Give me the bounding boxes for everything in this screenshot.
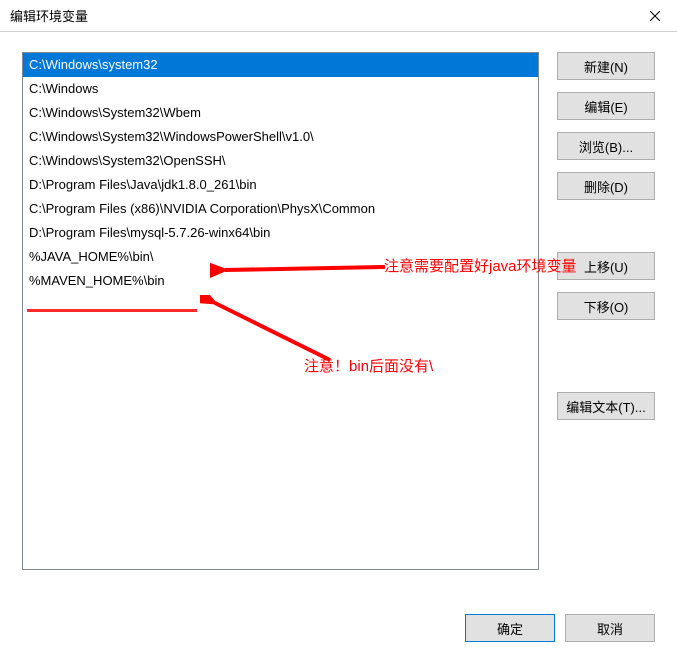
edit-button[interactable]: 编辑(E) xyxy=(557,92,655,120)
delete-button-label: 删除(D) xyxy=(584,177,628,196)
browse-button-label: 浏览(B)... xyxy=(579,137,633,156)
list-item[interactable]: C:\Windows\System32\Wbem xyxy=(23,101,538,125)
list-item[interactable]: %JAVA_HOME%\bin\ xyxy=(23,245,538,269)
delete-button[interactable]: 删除(D) xyxy=(557,172,655,200)
list-item[interactable]: C:\Program Files (x86)\NVIDIA Corporatio… xyxy=(23,197,538,221)
move-up-button[interactable]: 上移(U) xyxy=(557,252,655,280)
ok-button-label: 确定 xyxy=(497,619,523,638)
path-listbox[interactable]: C:\Windows\system32C:\WindowsC:\Windows\… xyxy=(22,52,539,570)
list-item[interactable]: C:\Windows\system32 xyxy=(23,53,538,77)
titlebar: 编辑环境变量 xyxy=(0,0,677,32)
list-item[interactable]: C:\Windows xyxy=(23,77,538,101)
browse-button[interactable]: 浏览(B)... xyxy=(557,132,655,160)
list-item[interactable]: D:\Program Files\mysql-5.7.26-winx64\bin xyxy=(23,221,538,245)
new-button[interactable]: 新建(N) xyxy=(557,52,655,80)
move-down-button[interactable]: 下移(O) xyxy=(557,292,655,320)
list-item[interactable]: C:\Windows\System32\WindowsPowerShell\v1… xyxy=(23,125,538,149)
list-item[interactable]: D:\Program Files\Java\jdk1.8.0_261\bin xyxy=(23,173,538,197)
window-title: 编辑环境变量 xyxy=(10,6,88,25)
list-item[interactable]: %MAVEN_HOME%\bin xyxy=(23,269,538,293)
new-button-label: 新建(N) xyxy=(584,57,628,76)
button-column: 新建(N) 编辑(E) 浏览(B)... 删除(D) 上移(U) 下移(O) 编… xyxy=(557,52,655,570)
ok-button[interactable]: 确定 xyxy=(465,614,555,642)
cancel-button[interactable]: 取消 xyxy=(565,614,655,642)
dialog-content: C:\Windows\system32C:\WindowsC:\Windows\… xyxy=(0,32,677,664)
move-up-button-label: 上移(U) xyxy=(584,257,628,276)
edit-button-label: 编辑(E) xyxy=(584,97,627,116)
edit-text-button-label: 编辑文本(T)... xyxy=(566,397,645,416)
list-item[interactable]: C:\Windows\System32\OpenSSH\ xyxy=(23,149,538,173)
edit-text-button[interactable]: 编辑文本(T)... xyxy=(557,392,655,420)
dialog-footer: 确定 取消 xyxy=(465,614,655,642)
cancel-button-label: 取消 xyxy=(597,619,623,638)
spacer xyxy=(557,332,655,380)
close-button[interactable] xyxy=(632,0,677,32)
spacer xyxy=(557,212,655,240)
move-down-button-label: 下移(O) xyxy=(584,297,629,316)
close-icon xyxy=(650,11,660,21)
